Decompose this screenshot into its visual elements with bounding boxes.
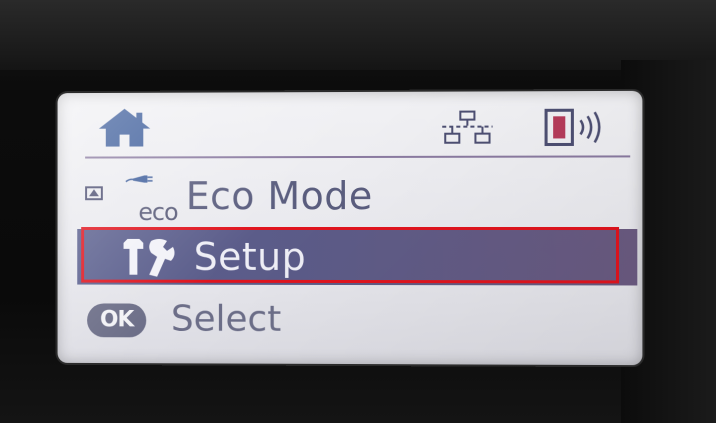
lcd-screen: eco Eco Mode Setup OK Select [57,90,643,366]
eco-sub-label: eco [138,198,178,227]
ok-button-icon[interactable]: OK [87,303,147,338]
select-hint-label: Select [170,298,282,340]
printer-top-edge [0,0,716,70]
menu-item-setup[interactable]: Setup [77,228,638,286]
setup-label: Setup [193,234,307,279]
wrench-screwdriver-icon [123,238,175,277]
menu-item-eco-mode[interactable]: eco Eco Mode [77,167,637,226]
ok-select-hint: OK Select [77,291,637,349]
status-bar-divider [85,155,631,159]
wifi-signal-icon [544,107,615,147]
home-icon[interactable] [97,107,152,149]
scroll-up-icon [85,186,103,200]
eco-plug-icon: eco [107,172,178,226]
wired-network-icon [440,109,494,145]
eco-mode-label: Eco Mode [185,173,373,219]
